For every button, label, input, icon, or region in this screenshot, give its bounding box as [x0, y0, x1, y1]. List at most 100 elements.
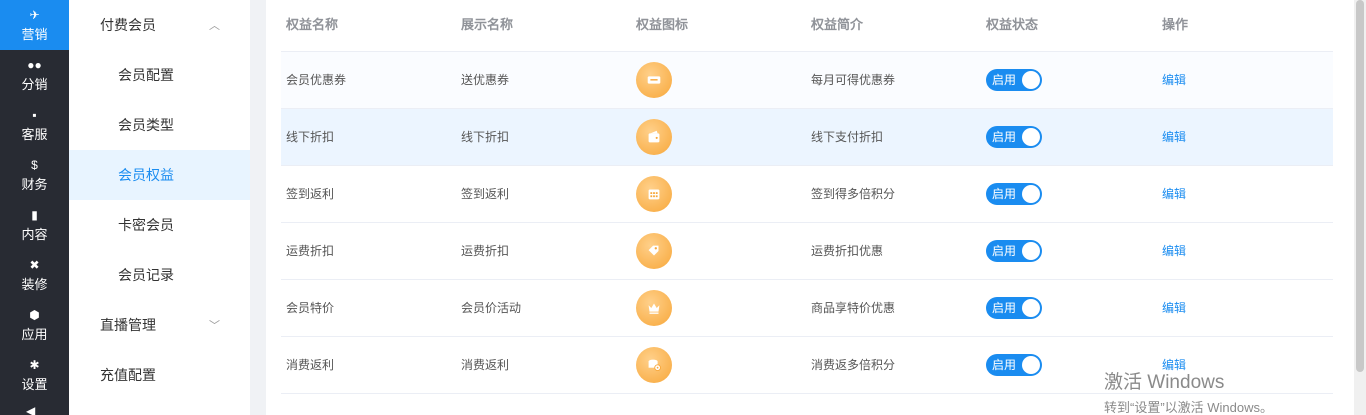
menu-item-member-config[interactable]: 会员配置 — [69, 50, 250, 100]
menu-item-member-rights[interactable]: 会员权益 — [69, 150, 250, 200]
nav-item-distribution[interactable]: ●● 分销 — [0, 50, 69, 100]
column-header: 权益图标 — [636, 0, 811, 52]
nav-item-service[interactable]: ▪ 客服 — [0, 100, 69, 150]
vertical-scrollbar[interactable] — [1354, 0, 1366, 415]
primary-sidebar: ✈ 营销 ●● 分销 ▪ 客服 $ 财务 ▮ 内容 ✖ 装修 ⬢ 应用 ✱ 设置… — [0, 0, 69, 415]
cell-intro: 运费折扣优惠 — [811, 222, 986, 280]
cell-name: 会员优惠券 — [281, 51, 461, 109]
calendar-icon — [636, 175, 672, 212]
menu-item-label: 会员类型 — [118, 117, 174, 133]
nav-label: 营销 — [21, 26, 48, 42]
toggle-knob — [1022, 355, 1040, 374]
cell-name: 会员特价 — [281, 279, 461, 337]
status-toggle-label: 启用 — [992, 358, 1017, 372]
menu-item-label: 会员权益 — [118, 167, 174, 183]
table-header-row: 权益名称 展示名称 权益图标 权益简介 权益状态 操作 — [281, 0, 1333, 52]
toggle-knob — [1022, 298, 1040, 317]
windows-activation-watermark: 激活 Windows 转到“设置”以激活 Windows。 — [1104, 372, 1273, 415]
status-toggle[interactable]: 启用 — [986, 68, 1042, 91]
edit-link[interactable]: 编辑 — [1162, 130, 1186, 144]
cell-intro: 线下支付折扣 — [811, 108, 986, 166]
edit-link[interactable]: 编辑 — [1162, 73, 1186, 87]
cell-display: 线下折扣 — [461, 108, 636, 166]
table-row: 线下折扣 线下折扣 线下支付折扣 启用 编辑 — [281, 108, 1333, 166]
tools-icon: ✖ — [29, 257, 40, 272]
column-header: 权益简介 — [811, 0, 986, 52]
cell-intro: 签到得多倍积分 — [811, 165, 986, 223]
menu-item-card-member[interactable]: 卡密会员 — [69, 200, 250, 250]
rights-table: 权益名称 展示名称 权益图标 权益简介 权益状态 操作 会员优惠券 送优惠券 每… — [281, 0, 1333, 394]
gear-icon: ✱ — [29, 357, 40, 372]
watermark-subtitle: 转到“设置”以激活 Windows。 — [1104, 400, 1274, 415]
watermark-title: 激活 Windows — [1104, 372, 1225, 393]
collapse-arrow-icon[interactable]: ◀ — [26, 404, 35, 415]
status-toggle[interactable]: 启用 — [986, 239, 1042, 262]
crown-icon — [636, 289, 672, 326]
cell-display: 运费折扣 — [461, 222, 636, 280]
edit-link[interactable]: 编辑 — [1162, 187, 1186, 201]
toggle-knob — [1022, 70, 1040, 89]
table-row: 会员优惠券 送优惠券 每月可得优惠券 启用 编辑 — [281, 51, 1333, 109]
status-toggle-label: 启用 — [992, 301, 1017, 315]
nav-label: 设置 — [21, 376, 48, 392]
edit-link[interactable]: 编辑 — [1162, 301, 1186, 315]
edit-link[interactable]: 编辑 — [1162, 244, 1186, 258]
secondary-sidebar: 付费会员 ︿ 会员配置 会员类型 会员权益 卡密会员 会员记录 直播管理 ﹀ 充… — [69, 0, 250, 415]
nav-item-marketing[interactable]: ✈ 营销 — [0, 0, 69, 50]
status-toggle-label: 启用 — [992, 73, 1017, 87]
dollar-icon: $ — [31, 157, 38, 172]
scrollbar-thumb[interactable] — [1356, 0, 1364, 372]
status-toggle[interactable]: 启用 — [986, 125, 1042, 148]
menu-item-member-records[interactable]: 会员记录 — [69, 250, 250, 300]
column-header: 权益名称 — [281, 0, 461, 52]
coins-icon — [636, 346, 672, 383]
column-header: 权益状态 — [986, 0, 1162, 52]
tag-icon — [636, 232, 672, 269]
nav-label: 分销 — [21, 76, 48, 92]
menu-item-label: 会员配置 — [118, 67, 174, 83]
nav-label: 财务 — [21, 176, 48, 192]
rights-table-panel: 权益名称 展示名称 权益图标 权益简介 权益状态 操作 会员优惠券 送优惠券 每… — [266, 0, 1354, 415]
menu-group-live[interactable]: 直播管理 ﹀ — [69, 300, 250, 350]
menu-group-label: 直播管理 — [100, 317, 156, 333]
status-toggle-label: 启用 — [992, 187, 1017, 201]
users-icon: ●● — [27, 57, 42, 72]
status-toggle[interactable]: 启用 — [986, 182, 1042, 205]
menu-group-label: 充值配置 — [100, 367, 156, 383]
book-icon: ▮ — [31, 207, 38, 222]
cell-name: 消费返利 — [281, 336, 461, 394]
cell-display: 签到返利 — [461, 165, 636, 223]
wallet-icon — [636, 118, 672, 155]
menu-group-recharge[interactable]: 充值配置 — [69, 350, 250, 400]
chevron-down-icon: ﹀ — [209, 320, 220, 332]
nav-item-apps[interactable]: ⬢ 应用 — [0, 300, 69, 350]
edit-link[interactable]: 编辑 — [1162, 358, 1186, 372]
column-header: 展示名称 — [461, 0, 636, 52]
status-toggle[interactable]: 启用 — [986, 353, 1042, 376]
cell-name: 线下折扣 — [281, 108, 461, 166]
cell-intro: 商品享特价优惠 — [811, 279, 986, 337]
cube-icon: ⬢ — [29, 307, 40, 322]
menu-item-member-type[interactable]: 会员类型 — [69, 100, 250, 150]
cell-intro: 消费返多倍积分 — [811, 336, 986, 394]
chevron-up-icon: ︿ — [209, 20, 220, 32]
nav-item-settings[interactable]: ✱ 设置 — [0, 350, 69, 400]
send-icon: ✈ — [29, 7, 40, 22]
toggle-knob — [1022, 241, 1040, 260]
menu-group-paid-member[interactable]: 付费会员 ︿ — [69, 0, 250, 50]
cell-display: 送优惠券 — [461, 51, 636, 109]
nav-item-decoration[interactable]: ✖ 装修 — [0, 250, 69, 300]
toggle-knob — [1022, 127, 1040, 146]
cell-name: 签到返利 — [281, 165, 461, 223]
nav-item-finance[interactable]: $ 财务 — [0, 150, 69, 200]
nav-label: 客服 — [21, 126, 48, 142]
menu-item-label: 卡密会员 — [118, 217, 174, 233]
nav-label: 内容 — [21, 226, 48, 242]
nav-item-content[interactable]: ▮ 内容 — [0, 200, 69, 250]
menu-item-label: 会员记录 — [118, 267, 174, 283]
toggle-knob — [1022, 184, 1040, 203]
nav-label: 装修 — [21, 276, 48, 292]
table-row: 签到返利 签到返利 签到得多倍积分 启用 编辑 — [281, 165, 1333, 223]
cell-intro: 每月可得优惠券 — [811, 51, 986, 109]
status-toggle[interactable]: 启用 — [986, 296, 1042, 319]
